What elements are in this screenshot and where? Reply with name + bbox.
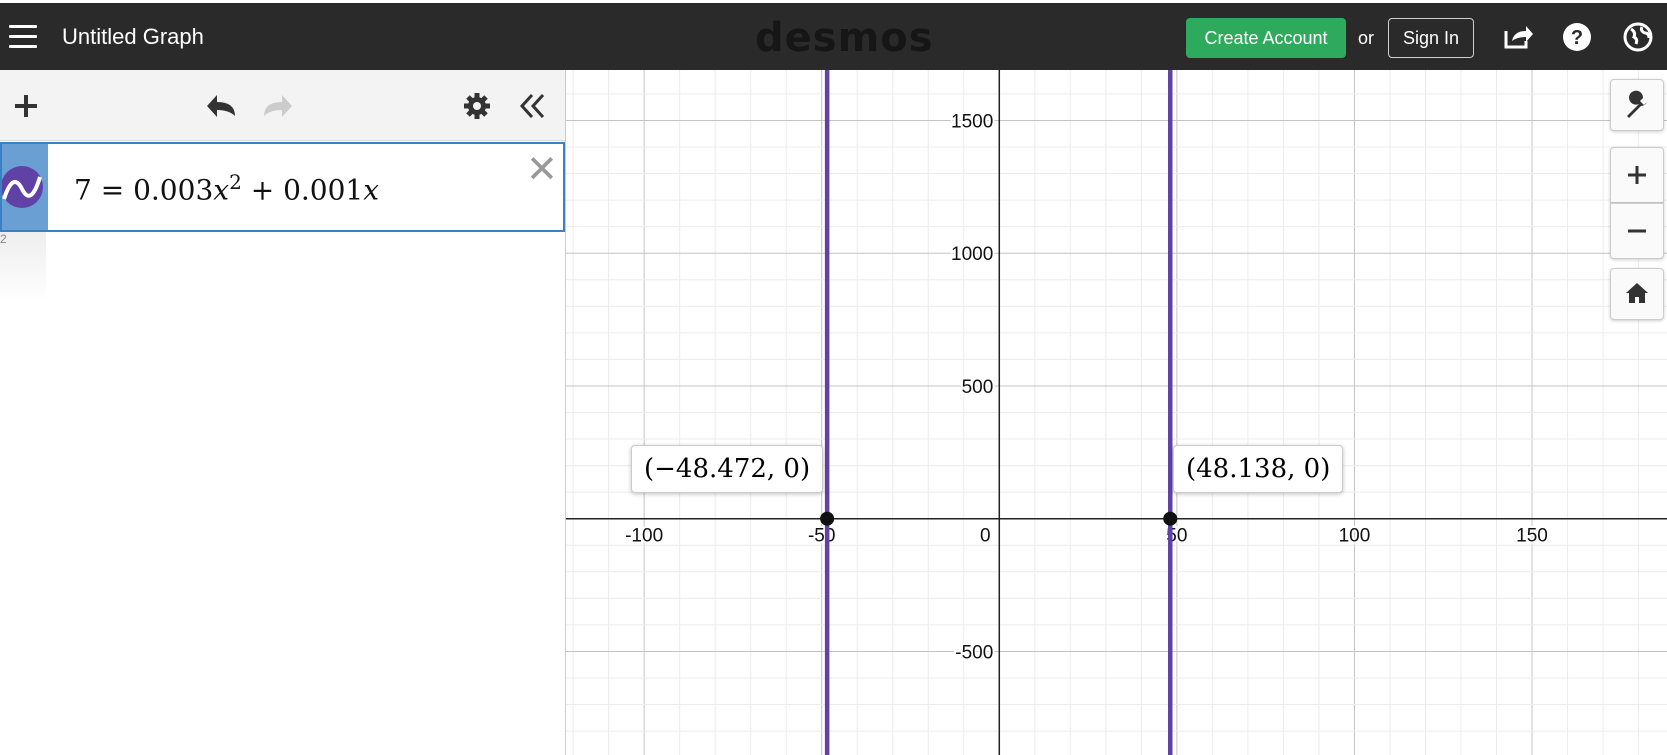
x-tick-label: 0 xyxy=(980,526,991,547)
home-icon xyxy=(1626,283,1648,303)
help-icon[interactable]: ? xyxy=(1561,21,1593,53)
undo-icon[interactable] xyxy=(205,90,241,120)
zoom-in-icon xyxy=(1628,166,1646,184)
y-tick-label: -500 xyxy=(955,642,993,663)
zoom-out-icon xyxy=(1628,229,1646,233)
expression-color-tab[interactable] xyxy=(1,144,48,230)
graph-style-icon[interactable] xyxy=(1,144,48,230)
graph-canvas[interactable]: -100 -50 0 50 100 150-50050010001500 xyxy=(566,70,1667,755)
expression-plus: + xyxy=(241,173,284,207)
create-account-button[interactable]: Create Account xyxy=(1186,18,1346,58)
expression-coef2: 0.001 xyxy=(283,173,364,207)
expression-row[interactable]: 7 = 0.003x2 + 0.001x ✕ xyxy=(0,142,565,232)
wrench-icon xyxy=(1627,90,1647,118)
graph-paper[interactable]: -100 -50 0 50 100 150 -500 500 1000 1500 xyxy=(566,70,1667,755)
or-text: or xyxy=(1358,28,1375,48)
expression-latex[interactable]: 7 = 0.003x2 + 0.001x xyxy=(74,170,379,206)
point-label-right[interactable]: (48.138, 0) xyxy=(1173,445,1344,493)
home-button[interactable] xyxy=(1610,268,1664,320)
expression-equals: = xyxy=(91,173,134,207)
expression-exponent: 2 xyxy=(229,170,242,194)
y-tick-label: 1000 xyxy=(951,244,993,265)
zoom-out-button[interactable] xyxy=(1610,203,1664,259)
x-tick-label: 150 xyxy=(1516,526,1548,547)
zoom-in-button[interactable] xyxy=(1610,147,1664,203)
svg-text:?: ? xyxy=(1571,27,1583,49)
expression-panel: 7 = 0.003x2 + 0.001x ✕ 2 xyxy=(0,70,566,755)
redo-icon[interactable] xyxy=(258,90,294,120)
expression-lhs: 7 xyxy=(74,173,92,207)
globe-icon[interactable] xyxy=(1622,21,1654,53)
x-tick-label: -100 xyxy=(625,526,663,547)
collapse-icon[interactable] xyxy=(518,92,546,120)
expression-index: 2 xyxy=(0,232,7,246)
settings-icon[interactable] xyxy=(463,92,491,120)
y-tick-label: 500 xyxy=(962,377,994,398)
graph-settings-button[interactable] xyxy=(1610,79,1664,131)
intercept-point xyxy=(1163,511,1178,526)
graph-title[interactable]: Untitled Graph xyxy=(62,24,204,50)
y-tick-label: 1500 xyxy=(951,111,993,132)
x-tick-label: 100 xyxy=(1339,526,1371,547)
top-bar: Untitled Graph desmos Create Account or … xyxy=(0,0,1667,70)
share-icon[interactable] xyxy=(1502,21,1534,53)
expression-toolbar xyxy=(0,70,565,141)
sign-in-button[interactable]: Sign In xyxy=(1388,18,1474,58)
desmos-logo: desmos xyxy=(755,15,934,61)
intercept-point xyxy=(820,511,835,526)
expression-var1: x xyxy=(213,173,230,207)
delete-expression-icon[interactable]: ✕ xyxy=(526,150,558,188)
add-icon[interactable] xyxy=(12,92,40,120)
menu-icon[interactable] xyxy=(9,25,37,48)
expression-coef1: 0.003 xyxy=(133,173,214,207)
point-label-left[interactable]: (−48.472, 0) xyxy=(631,445,824,493)
expression-var2: x xyxy=(363,173,380,207)
x-tick-label: -50 xyxy=(808,526,835,547)
